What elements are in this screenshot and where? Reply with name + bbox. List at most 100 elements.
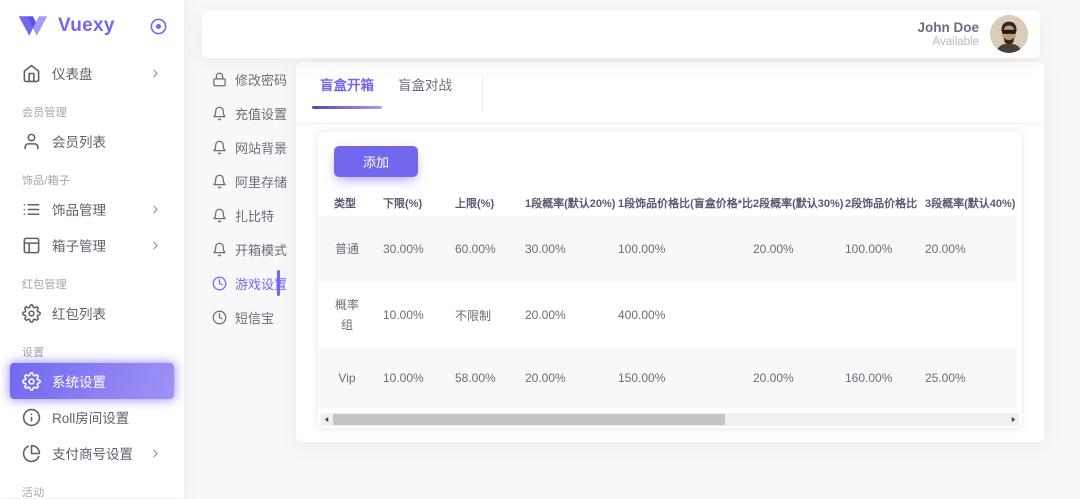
cell-type: 普通 (334, 239, 360, 259)
scrollbar-right-arrow-icon[interactable] (1008, 413, 1019, 426)
sidebar-item-label: 饰品管理 (52, 199, 106, 219)
list-icon (22, 200, 41, 219)
settings-menu-label: 游戏设置 (235, 274, 287, 293)
column-header-seg2-price-ratio: 2段饰品价格比 (845, 190, 925, 216)
sidebar-item-label: 会员列表 (52, 131, 106, 151)
tab-bar: 盲盒开箱 盲盒对战 (296, 62, 1044, 124)
sidebar-item-dashboard[interactable]: 仪表盘 (10, 55, 174, 91)
settings-menu-item-game-settings[interactable]: 游戏设置 (184, 266, 296, 300)
sidebar-section-activities: 活动 (0, 487, 184, 499)
bell-icon (212, 242, 227, 257)
cell-type: 概率组 (334, 295, 360, 336)
table-row: Vip 10.00% 58.00% 20.00% 150.00% 20.00% … (318, 348, 1016, 408)
add-button[interactable]: 添加 (334, 146, 418, 177)
chevron-right-icon (149, 239, 162, 252)
cell-value: 20.00% (753, 216, 845, 282)
column-header-seg1-probability: 1段概率(默认20%) (525, 190, 618, 216)
settings-menu-item-change-password[interactable]: 修改密码 (184, 62, 296, 96)
column-header-upper-limit: 上限(%) (455, 190, 525, 216)
horizontal-scrollbar[interactable] (321, 413, 1019, 426)
sidebar-item-accessory-management[interactable]: 饰品管理 (10, 191, 174, 227)
sidebar-item-member-list[interactable]: 会员列表 (10, 123, 174, 159)
sidebar-item-red-packet-list[interactable]: 红包列表 (10, 295, 174, 331)
cell-value: 160.00% (845, 348, 925, 408)
settings-menu-item-recharge[interactable]: 充值设置 (184, 96, 296, 130)
gear-icon (22, 372, 41, 391)
chevron-right-icon (149, 203, 162, 216)
bell-icon (212, 140, 227, 155)
settings-menu-label: 扎比特 (235, 206, 274, 225)
cell-value: 20.00% (753, 348, 845, 408)
cell-type: Vip (334, 368, 360, 388)
sidebar-item-system-settings[interactable]: 系统设置 (10, 363, 174, 399)
table-header-row: 类型 下限(%) 上限(%) 1段概率(默认20%) 1段饰品价格比(盲盒价格*… (318, 190, 1016, 216)
user-info: John Doe Available (917, 20, 979, 49)
settings-menu-label: 修改密码 (235, 70, 287, 89)
settings-menu-label: 网站背景 (235, 138, 287, 157)
settings-menu-item-ali-storage[interactable]: 阿里存储 (184, 164, 296, 198)
cell-value: 10.00% (383, 282, 455, 348)
pie-chart-icon (22, 444, 41, 463)
cell-value (753, 282, 845, 348)
sidebar-item-label: 箱子管理 (52, 235, 106, 255)
column-header-lower-limit: 下限(%) (383, 190, 455, 216)
grid-icon (22, 236, 41, 255)
settings-menu: 修改密码 充值设置 网站背景 阿里存储 扎比特 开箱模式 游戏设置 短信宝 (184, 62, 296, 334)
info-icon (22, 408, 41, 427)
tab-blind-box-battle[interactable]: 盲盒对战 (398, 76, 452, 96)
sidebar-item-label: Roll房间设置 (52, 407, 129, 427)
cell-value (845, 282, 925, 348)
sidebar-item-payment-merchant-settings[interactable]: 支付商号设置 (10, 435, 174, 471)
scrollbar-thumb[interactable] (333, 414, 725, 425)
column-header-seg2-probability: 2段概率(默认30%) (753, 190, 845, 216)
tab-divider (482, 76, 483, 112)
top-header: John Doe Available (202, 10, 1040, 58)
cell-value (925, 282, 1016, 348)
bell-icon (212, 174, 227, 189)
sidebar-section-red-packet: 红包管理 (0, 279, 184, 291)
settings-menu-label: 开箱模式 (235, 240, 287, 259)
column-header-type: 类型 (318, 190, 383, 216)
scrollbar-track[interactable] (332, 413, 1008, 426)
sidebar-collapse-toggle-icon[interactable] (149, 17, 168, 36)
sidebar-item-roll-room-settings[interactable]: Roll房间设置 (10, 399, 174, 435)
cell-value: 100.00% (845, 216, 925, 282)
sidebar-section-members: 会员管理 (0, 107, 184, 119)
rates-table: 类型 下限(%) 上限(%) 1段概率(默认20%) 1段饰品价格比(盲盒价格*… (318, 190, 1016, 408)
settings-menu-label: 充值设置 (235, 104, 287, 123)
column-header-seg3-probability: 3段概率(默认40%) (925, 190, 1016, 216)
clock-icon (212, 310, 227, 325)
bell-icon (212, 106, 227, 121)
main-sidebar: Vuexy 仪表盘 会员管理 会员列表 饰品/箱子 饰品管理 箱子管理 红包管理… (0, 0, 184, 498)
sidebar-item-label: 系统设置 (52, 371, 106, 391)
chevron-right-icon (149, 67, 162, 80)
cell-value: 58.00% (455, 348, 525, 408)
settings-menu-item-zabit[interactable]: 扎比特 (184, 198, 296, 232)
sidebar-item-label: 支付商号设置 (52, 443, 133, 463)
cell-value: 30.00% (525, 216, 618, 282)
settings-menu-item-unbox-mode[interactable]: 开箱模式 (184, 232, 296, 266)
cell-value: 25.00% (925, 348, 1016, 408)
settings-menu-item-site-background[interactable]: 网站背景 (184, 130, 296, 164)
sidebar-section-items-boxes: 饰品/箱子 (0, 175, 184, 187)
sidebar-item-label: 仪表盘 (52, 63, 93, 83)
avatar[interactable] (990, 15, 1028, 53)
column-header-seg1-price-ratio: 1段饰品价格比(盲盒价格*比例) (618, 190, 753, 216)
content-card: 盲盒开箱 盲盒对战 添加 类型 下限(%) 上限(%) 1段概率(默认20%) … (296, 62, 1044, 442)
vuexy-logo-icon (18, 15, 48, 37)
sidebar-item-box-management[interactable]: 箱子管理 (10, 227, 174, 263)
user-name: John Doe (917, 20, 979, 36)
cell-value: 100.00% (618, 216, 753, 282)
table-row: 概率组 10.00% 不限制 20.00% 400.00% (318, 282, 1016, 348)
settings-menu-item-sms[interactable]: 短信宝 (184, 300, 296, 334)
chevron-right-icon (149, 447, 162, 460)
settings-menu-label: 短信宝 (235, 308, 274, 327)
scrollbar-left-arrow-icon[interactable] (321, 413, 332, 426)
cell-value: 150.00% (618, 348, 753, 408)
tab-blind-box-open[interactable]: 盲盒开箱 (320, 76, 374, 96)
cell-value: 20.00% (525, 282, 618, 348)
cell-value: 20.00% (525, 348, 618, 408)
cell-value: 30.00% (383, 216, 455, 282)
sidebar-nav: 仪表盘 会员管理 会员列表 饰品/箱子 饰品管理 箱子管理 红包管理 红包列表 … (0, 52, 184, 499)
cell-value: 10.00% (383, 348, 455, 408)
